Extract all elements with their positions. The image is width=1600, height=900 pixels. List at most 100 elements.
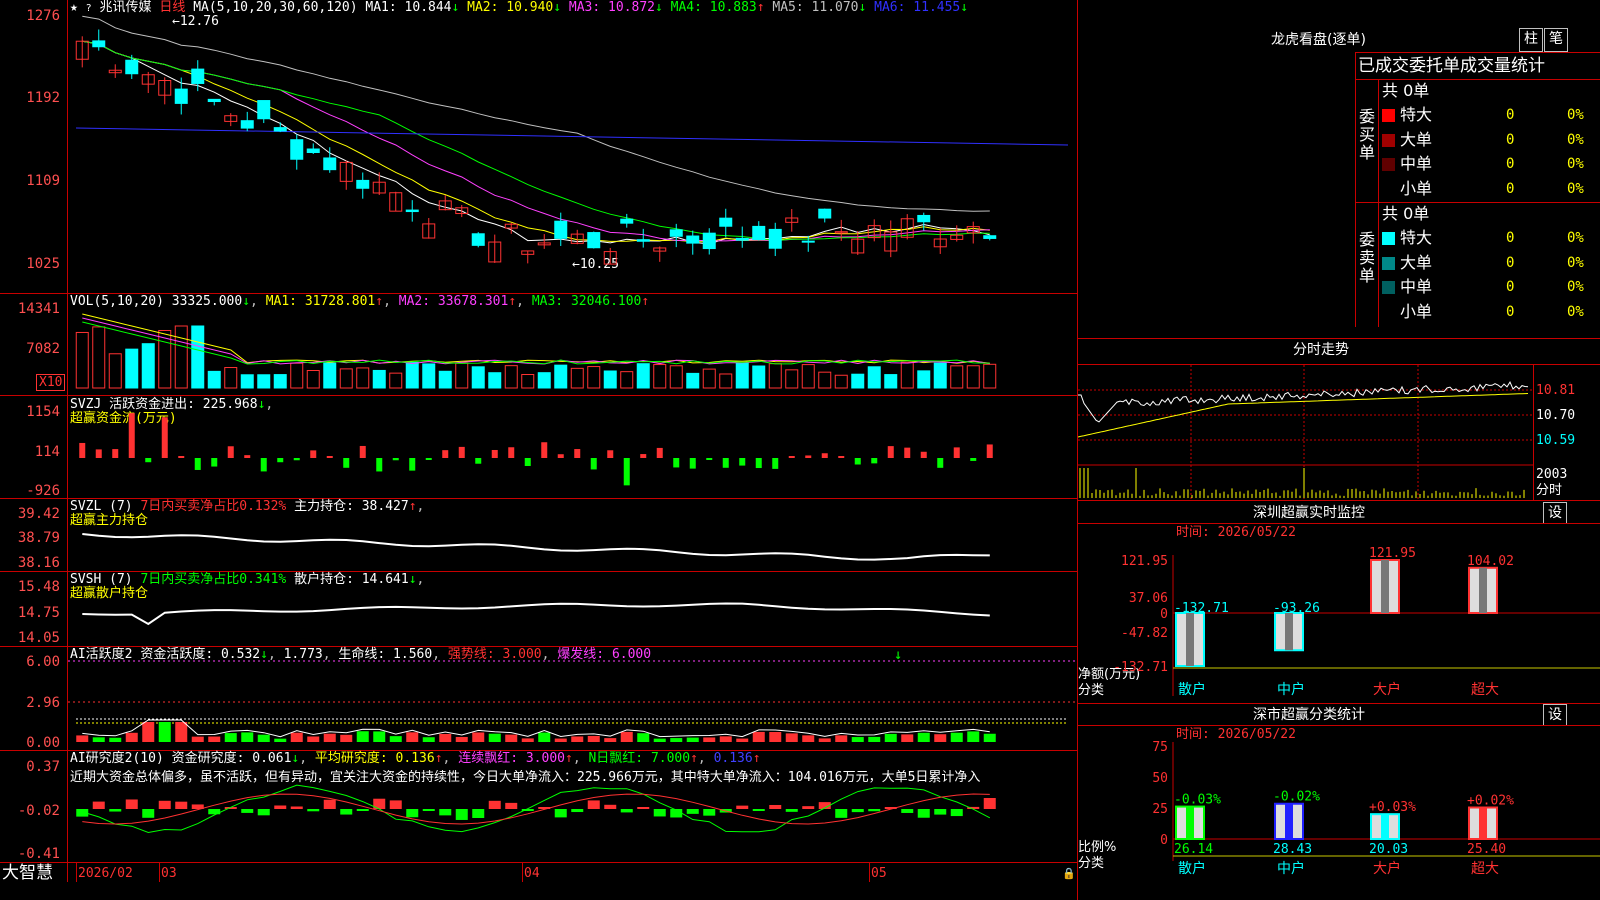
candle-down [356,179,370,189]
research-bar [406,809,419,818]
svzj-chart[interactable] [68,396,1077,498]
svsh-y-tick: 15.48 [17,579,60,595]
volume-bar [108,353,122,389]
dragon-title: 龙虎看盘(逐单) [1271,32,1366,48]
bar-shade [1285,803,1293,839]
activity-bar [389,736,402,742]
chart-area[interactable]: 1276 1192 1109 1025 ★ ? 兆讯传媒 日线 MA(5,10,… [0,0,1077,882]
fund-flow-bar [112,449,119,458]
lock-icon[interactable]: 🔒 [1062,866,1076,882]
sz-monitor-bar-label: 104.02 [1467,554,1514,569]
fund-flow-bar [640,454,647,458]
sz-monitor-bar-label: -132.71 [1174,601,1229,616]
research-bar [686,809,699,814]
sz-class-settings-button[interactable]: 设 [1543,704,1567,726]
activity-bar [439,733,452,742]
volume-ma-line [82,317,990,365]
order-pct: 0% [1567,131,1584,148]
volume-bar [917,370,931,389]
activity-bar [868,736,881,742]
order-pct: 0% [1567,303,1584,320]
research-bar [917,809,930,818]
order-type: 小单 [1400,178,1433,198]
bar-shade [1479,807,1487,839]
research-bar [356,809,369,811]
x-tick: 03 [161,866,177,881]
fund-flow-bar [805,455,812,458]
candle-down [405,209,419,213]
activity-bar [455,736,468,742]
volume-bar [372,369,386,389]
order-pct: 0% [1567,254,1584,271]
svzl-y-tick: 38.79 [17,530,60,546]
ai-research-chart[interactable] [68,751,1077,862]
sz-class-category: 散户 [1178,860,1206,877]
activity-bar [356,731,369,742]
order-row: 大单 0 0% [1382,253,1598,273]
order-row: 特大 0 0% [1382,105,1598,125]
kline-chart[interactable] [68,0,1077,293]
fund-flow-bar [392,458,399,461]
volume-bar [587,366,601,389]
sz-class-delta: +0.02% [1467,794,1514,809]
bar-shade [1186,613,1194,666]
fund-flow-bar [442,450,449,458]
research-bar [934,809,947,815]
tick-mode-button[interactable]: 笔 [1544,28,1568,52]
volume-ma-line [82,321,990,365]
order-type: 中单 [1400,154,1433,173]
candle-down [917,214,931,223]
svzj-y-tick: 114 [34,444,60,460]
order-type: 大单 [1400,129,1433,149]
svsh-y-tick: 14.75 [17,605,60,621]
fund-flow-bar [986,444,993,458]
sz-monitor-bar-label: -93.26 [1273,601,1320,616]
volume-bar [422,363,436,389]
fund-flow-bar [95,449,102,458]
activity-bar [92,737,105,742]
volume-bar [801,364,815,389]
svsh-chart[interactable] [68,572,1077,646]
fund-flow-bar [821,453,828,458]
sz-monitor-settings-button[interactable]: 设 [1543,502,1567,524]
volume-ma-line [82,313,990,364]
order-row: 特大 0 0% [1382,228,1598,248]
research-bar [802,806,815,809]
sz-class-bar-4 [1468,806,1498,840]
ai-research-y-tick: -0.41 [17,846,60,862]
research-bar [257,809,270,816]
research-bar [851,809,864,813]
research-bar [323,799,336,809]
order-count: 0 [1506,254,1515,271]
research-line [82,784,991,834]
fund-flow-bar [145,458,152,463]
bar-mode-button[interactable]: 柱 [1519,28,1543,52]
sz-monitor-category: 中户 [1277,681,1305,698]
research-bar [455,809,468,820]
ai-active-chart[interactable]: ↓ [68,647,1077,749]
volume-bar [653,364,667,389]
volume-bar [141,343,155,389]
fund-flow-bar [871,458,878,464]
volume-bar [521,374,535,389]
sz-monitor-bar-2 [1274,612,1304,652]
order-type: 特大 [1400,105,1433,124]
svzl-chart[interactable] [68,499,1077,571]
fund-flow-bar [524,458,531,467]
volume-bar [257,374,271,389]
activity-bar [653,738,666,742]
fund-flow-bar [211,458,218,467]
vol-chart[interactable] [68,294,1077,394]
volume-bar [719,373,733,389]
sz-monitor-chart: 121.95 37.060 -47.82 -132.71 -132.71 散户 -93.26… [1113,546,1600,698]
sz-class-y-tick: 25 [1152,802,1168,817]
dragon-subtitle: 已成交委托单成交量统计 [1358,56,1545,76]
order-type: 小单 [1400,301,1433,321]
candle-down [92,40,106,48]
research-bar [703,809,716,816]
research-bar [290,806,303,809]
research-bar [505,802,518,809]
fund-flow-bar [376,458,383,472]
intraday-chart[interactable] [1078,365,1533,499]
activity-bar [340,734,353,742]
